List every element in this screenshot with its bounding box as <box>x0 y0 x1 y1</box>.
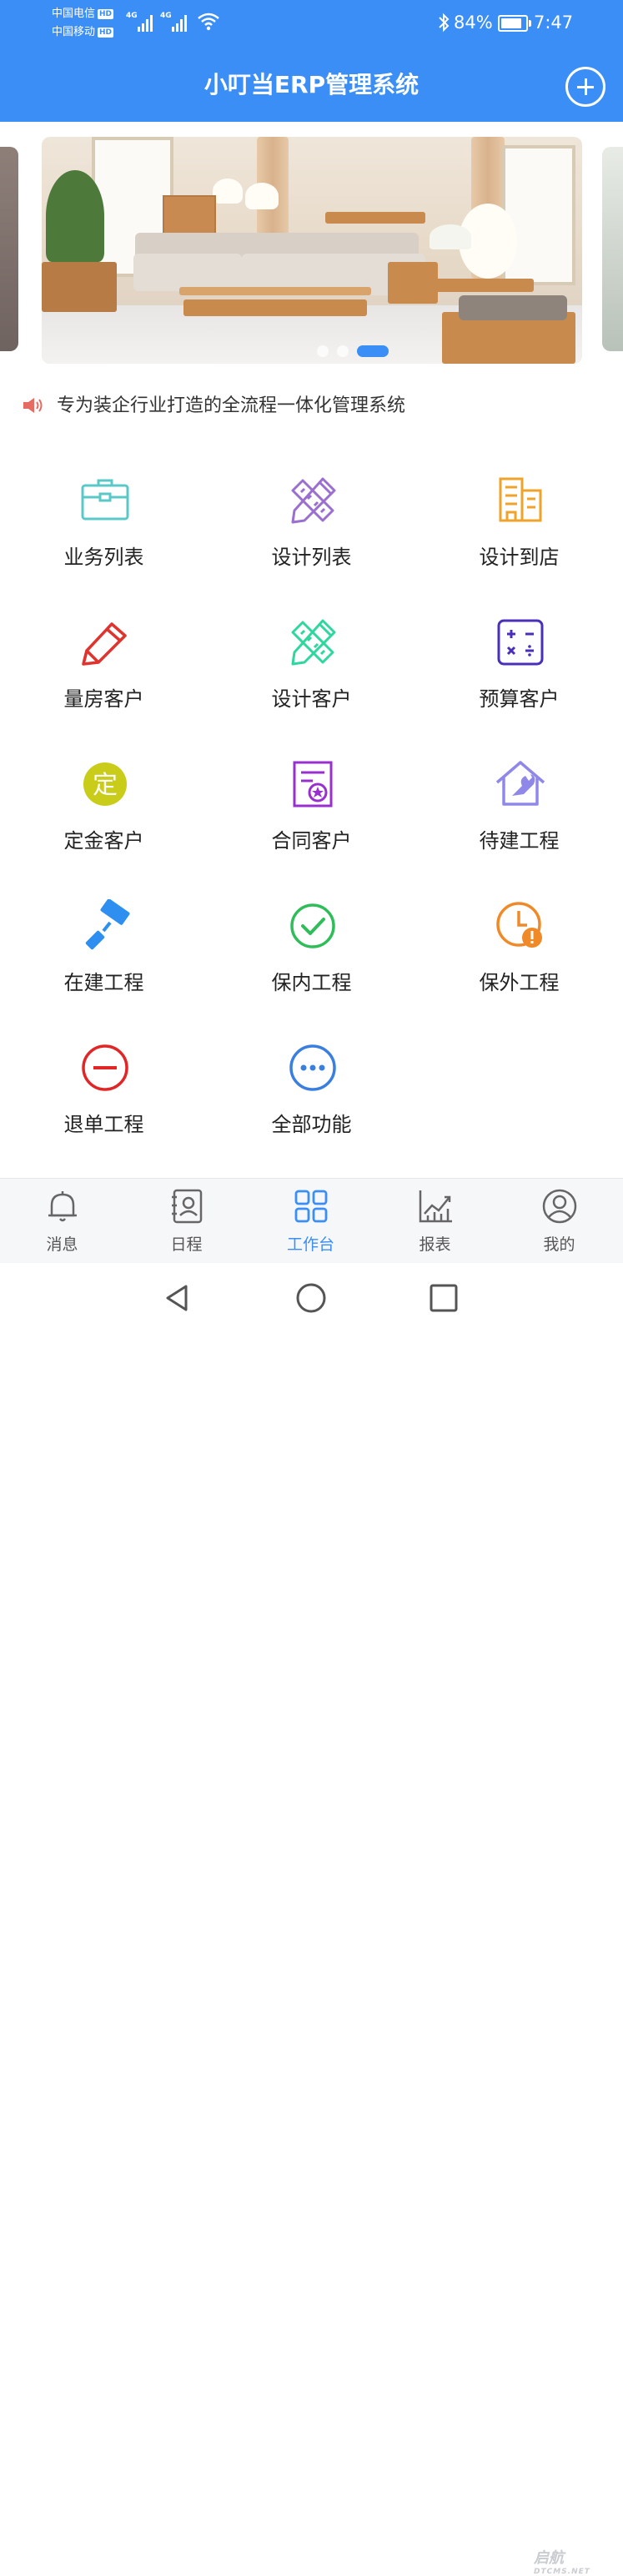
signal-icon: 4G <box>126 12 154 32</box>
page-title: 小叮当ERP管理系统 <box>203 71 420 98</box>
signal-icon: 4G <box>160 12 188 32</box>
grid-item-label: 量房客户 <box>63 687 144 711</box>
grid-item-label: 待建工程 <box>479 829 560 853</box>
grid-item-design-list[interactable]: 设计列表 <box>208 457 415 599</box>
grid-item-label: 定金客户 <box>63 829 144 853</box>
watermark-subtext: DTCMS.NET <box>534 2568 590 2576</box>
grid-item-in-warranty-projects[interactable]: 保内工程 <box>208 883 415 1024</box>
grid-item-measure-customers[interactable]: 量房客户 <box>0 599 208 741</box>
hd-badge: HD <box>98 27 114 38</box>
home-icon[interactable] <box>294 1281 328 1315</box>
building-icon <box>499 477 542 522</box>
tab-label: 报表 <box>419 1235 451 1254</box>
grid-icon <box>294 1190 328 1223</box>
carrier-secondary: 中国移动 HD <box>52 26 114 38</box>
tab-label: 我的 <box>543 1235 575 1254</box>
recents-icon[interactable] <box>427 1281 460 1315</box>
check-circle-icon <box>290 903 335 948</box>
grid-item-all-functions[interactable]: 全部功能 <box>208 1024 415 1166</box>
bell-icon <box>48 1191 77 1222</box>
grid-item-label: 合同客户 <box>271 829 352 853</box>
grid-item-design-to-store[interactable]: 设计到店 <box>415 457 623 599</box>
hd-badge: HD <box>98 8 114 19</box>
house-wrench-icon <box>495 761 545 806</box>
contacts-book-icon <box>172 1189 203 1224</box>
chart-icon <box>419 1190 452 1223</box>
back-icon[interactable] <box>161 1281 194 1315</box>
wifi-icon <box>198 13 219 31</box>
banner-next-slide[interactable] <box>602 147 623 351</box>
grid-item-label: 保内工程 <box>271 971 352 994</box>
banner-image-living-room[interactable] <box>42 137 582 364</box>
carousel-dot[interactable] <box>317 345 329 357</box>
grid-item-label: 退单工程 <box>63 1113 144 1136</box>
pencil-icon <box>82 622 127 666</box>
calculator-icon <box>497 619 544 666</box>
system-navigation-bar: 启航 DTCMS.NET <box>0 1263 623 2576</box>
clock: 7:47 <box>534 13 574 33</box>
deposit-badge-icon: 定 <box>83 762 127 806</box>
battery-fill <box>501 18 521 28</box>
clock-alert-icon <box>496 902 542 948</box>
grid-item-contract-customers[interactable]: 合同客户 <box>208 741 415 883</box>
notice-text: 专为装企行业打造的全流程一体化管理系统 <box>57 395 406 416</box>
tab-workbench[interactable]: 工作台 <box>249 1179 373 1264</box>
grid-item-label: 业务列表 <box>63 546 144 569</box>
grid-item-label: 设计到店 <box>479 546 560 569</box>
grid-item-label: 保外工程 <box>479 971 560 994</box>
more-circle-icon <box>289 1044 336 1091</box>
ruler-pencil-icon <box>291 477 336 524</box>
grid-item-label: 设计客户 <box>271 687 352 711</box>
tab-label: 消息 <box>46 1235 78 1254</box>
grid-item-pending-projects[interactable]: 待建工程 <box>415 741 623 883</box>
tab-reports[interactable]: 报表 <box>373 1179 497 1264</box>
carousel-dot[interactable] <box>357 345 389 357</box>
carrier1-label: 中国电信 <box>52 8 96 20</box>
watermark-text: 启航 <box>534 2549 564 2567</box>
tab-me[interactable]: 我的 <box>497 1179 621 1264</box>
plus-circle-icon[interactable] <box>565 67 605 107</box>
ruler-pencil-icon <box>291 619 336 666</box>
network-type-label: 4G <box>160 12 172 20</box>
watermark-logo: 启航 DTCMS.NET <box>534 2546 590 2576</box>
bluetooth-icon <box>439 13 450 33</box>
tab-messages[interactable]: 消息 <box>0 1179 124 1264</box>
tab-schedule[interactable]: 日程 <box>124 1179 249 1264</box>
user-icon <box>542 1189 577 1224</box>
grid-item-deposit-customers[interactable]: 定 定金客户 <box>0 741 208 883</box>
minus-circle-icon <box>82 1044 128 1091</box>
grid-item-business-list[interactable]: 业务列表 <box>0 457 208 599</box>
grid-item-ongoing-projects[interactable]: 在建工程 <box>0 883 208 1024</box>
grid-item-design-customers[interactable]: 设计客户 <box>208 599 415 741</box>
tab-label: 工作台 <box>286 1235 334 1254</box>
notice-bar[interactable]: 专为装企行业打造的全流程一体化管理系统 <box>20 389 604 422</box>
carousel-dot[interactable] <box>337 345 349 357</box>
tab-label: 日程 <box>170 1235 203 1254</box>
carrier-primary: 中国电信 HD <box>52 8 114 20</box>
network-type-label: 4G <box>126 12 138 20</box>
grid-item-out-of-warranty-projects[interactable]: 保外工程 <box>415 883 623 1024</box>
grid-item-label: 在建工程 <box>63 971 144 994</box>
grid-item-label: 全部功能 <box>271 1113 352 1136</box>
app-header: 中国电信 HD 中国移动 HD 4G 4G 84% 7:47 小叮当ERP管理系… <box>0 0 623 122</box>
grid-item-label: 设计列表 <box>271 546 352 569</box>
bottom-tab-bar: 消息 日程 工作台 报表 我的 <box>0 1178 623 1264</box>
carrier2-label: 中国移动 <box>52 26 96 38</box>
grid-item-label: 预算客户 <box>479 687 560 711</box>
battery-percent: 84% <box>454 13 493 33</box>
grid-item-cancelled-projects[interactable]: 退单工程 <box>0 1024 208 1166</box>
status-bar: 中国电信 HD 中国移动 HD 4G 4G 84% 7:47 <box>0 0 623 47</box>
briefcase-icon <box>81 479 129 521</box>
grid-item-budget-customers[interactable]: 预算客户 <box>415 599 623 741</box>
contract-icon <box>293 761 333 808</box>
battery-icon <box>498 15 531 32</box>
deposit-badge-text: 定 <box>93 771 118 800</box>
speaker-icon <box>23 398 43 413</box>
banner-prev-slide[interactable] <box>0 147 18 351</box>
paint-roller-icon <box>85 899 130 950</box>
banner-carousel[interactable] <box>0 122 623 372</box>
